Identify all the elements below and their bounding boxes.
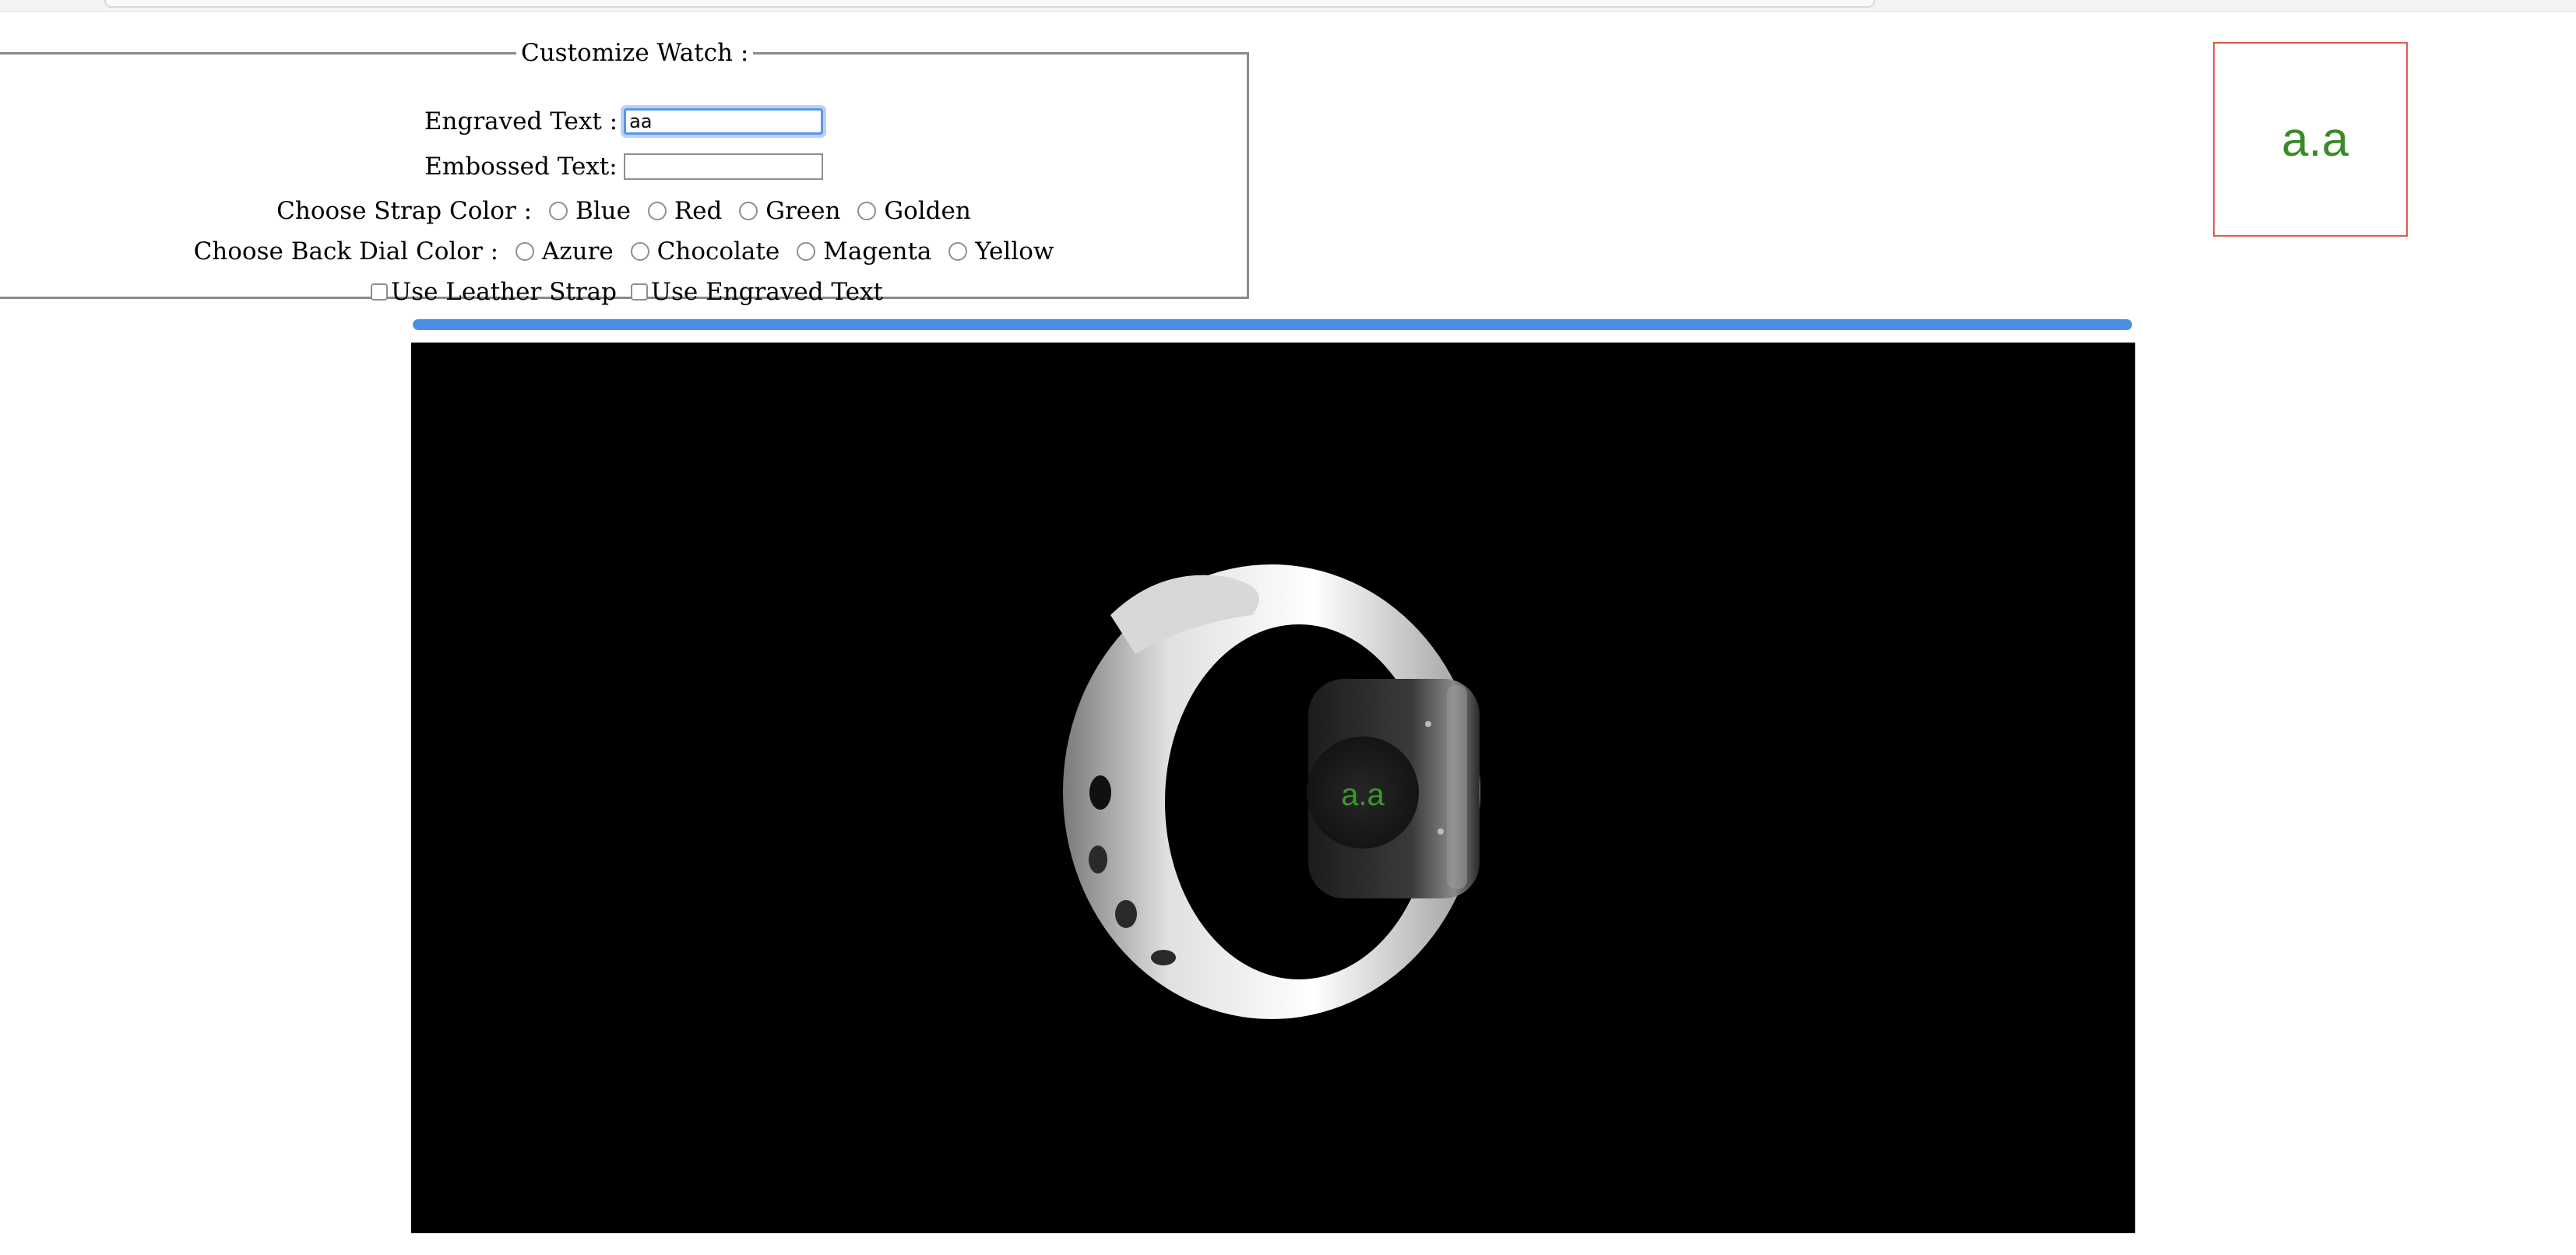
address-bar-edge[interactable]: [104, 0, 1875, 8]
watch-case-edge: [1447, 685, 1467, 889]
strap-hole: [1089, 775, 1111, 810]
dial-azure-radio[interactable]: [515, 241, 534, 261]
embossed-text-label: Embossed Text:: [424, 152, 618, 181]
strap-color-label: Choose Strap Color :: [276, 196, 533, 225]
engraved-text-label: Engraved Text :: [424, 107, 618, 135]
browser-top-strip: [0, 0, 2576, 12]
watch-render: a.a: [1063, 564, 1480, 1019]
engraved-toggle-label: Use Engraved Text: [650, 277, 883, 306]
dial-color-row: Choose Back Dial Color : Azure Chocolate…: [0, 234, 1251, 267]
engraving-preview: a.a: [2213, 42, 2408, 237]
dial-magenta-label: Magenta: [823, 237, 932, 265]
leather-strap-checkbox[interactable]: [371, 283, 389, 301]
dial-azure-label: Azure: [541, 237, 614, 265]
embossed-text-input[interactable]: [623, 153, 823, 180]
strap-hole: [1151, 950, 1176, 965]
sensor-dot: [1425, 721, 1431, 727]
strap-blue-radio[interactable]: [548, 201, 568, 220]
options-row: Use Leather Strap Use Engraved Text: [0, 275, 1251, 308]
strap-red-label: Red: [674, 196, 723, 225]
engraved-text-row: Engraved Text :: [0, 104, 1251, 138]
dial-chocolate-radio[interactable]: [630, 241, 649, 261]
back-dial-text: a.a: [1341, 778, 1385, 812]
dial-yellow-radio[interactable]: [948, 241, 968, 261]
loading-progress-bar: [413, 319, 2132, 330]
strap-red-radio[interactable]: [647, 201, 667, 220]
strap-hole: [1115, 900, 1137, 928]
engraved-text-checkbox[interactable]: [630, 283, 648, 301]
embossed-text-row: Embossed Text:: [0, 149, 1251, 182]
strap-blue-label: Blue: [575, 196, 631, 225]
strap-golden-label: Golden: [884, 196, 971, 225]
engraved-text-input[interactable]: [621, 104, 827, 138]
strap-hole: [1089, 845, 1107, 874]
leather-strap-label: Use Leather Strap: [391, 277, 617, 306]
dial-chocolate-label: Chocolate: [656, 237, 780, 265]
dial-magenta-radio[interactable]: [797, 241, 816, 261]
customize-watch-legend: Customize Watch :: [521, 39, 749, 67]
strap-green-radio[interactable]: [739, 201, 758, 220]
strap-color-row: Choose Strap Color : Blue Red Green Gold…: [0, 194, 1251, 227]
strap-green-label: Green: [765, 196, 841, 225]
dial-color-label: Choose Back Dial Color :: [193, 237, 499, 265]
engraving-preview-text: a.a: [2281, 112, 2349, 167]
sensor-dot: [1438, 828, 1444, 835]
customize-watch-fieldset: Customize Watch : Engraved Text : Emboss…: [0, 39, 1251, 306]
strap-golden-radio[interactable]: [857, 201, 877, 220]
watch-3d-viewer[interactable]: a.a: [411, 343, 2135, 1233]
loading-progress-fill: [413, 319, 2132, 330]
dial-yellow-label: Yellow: [975, 237, 1054, 265]
